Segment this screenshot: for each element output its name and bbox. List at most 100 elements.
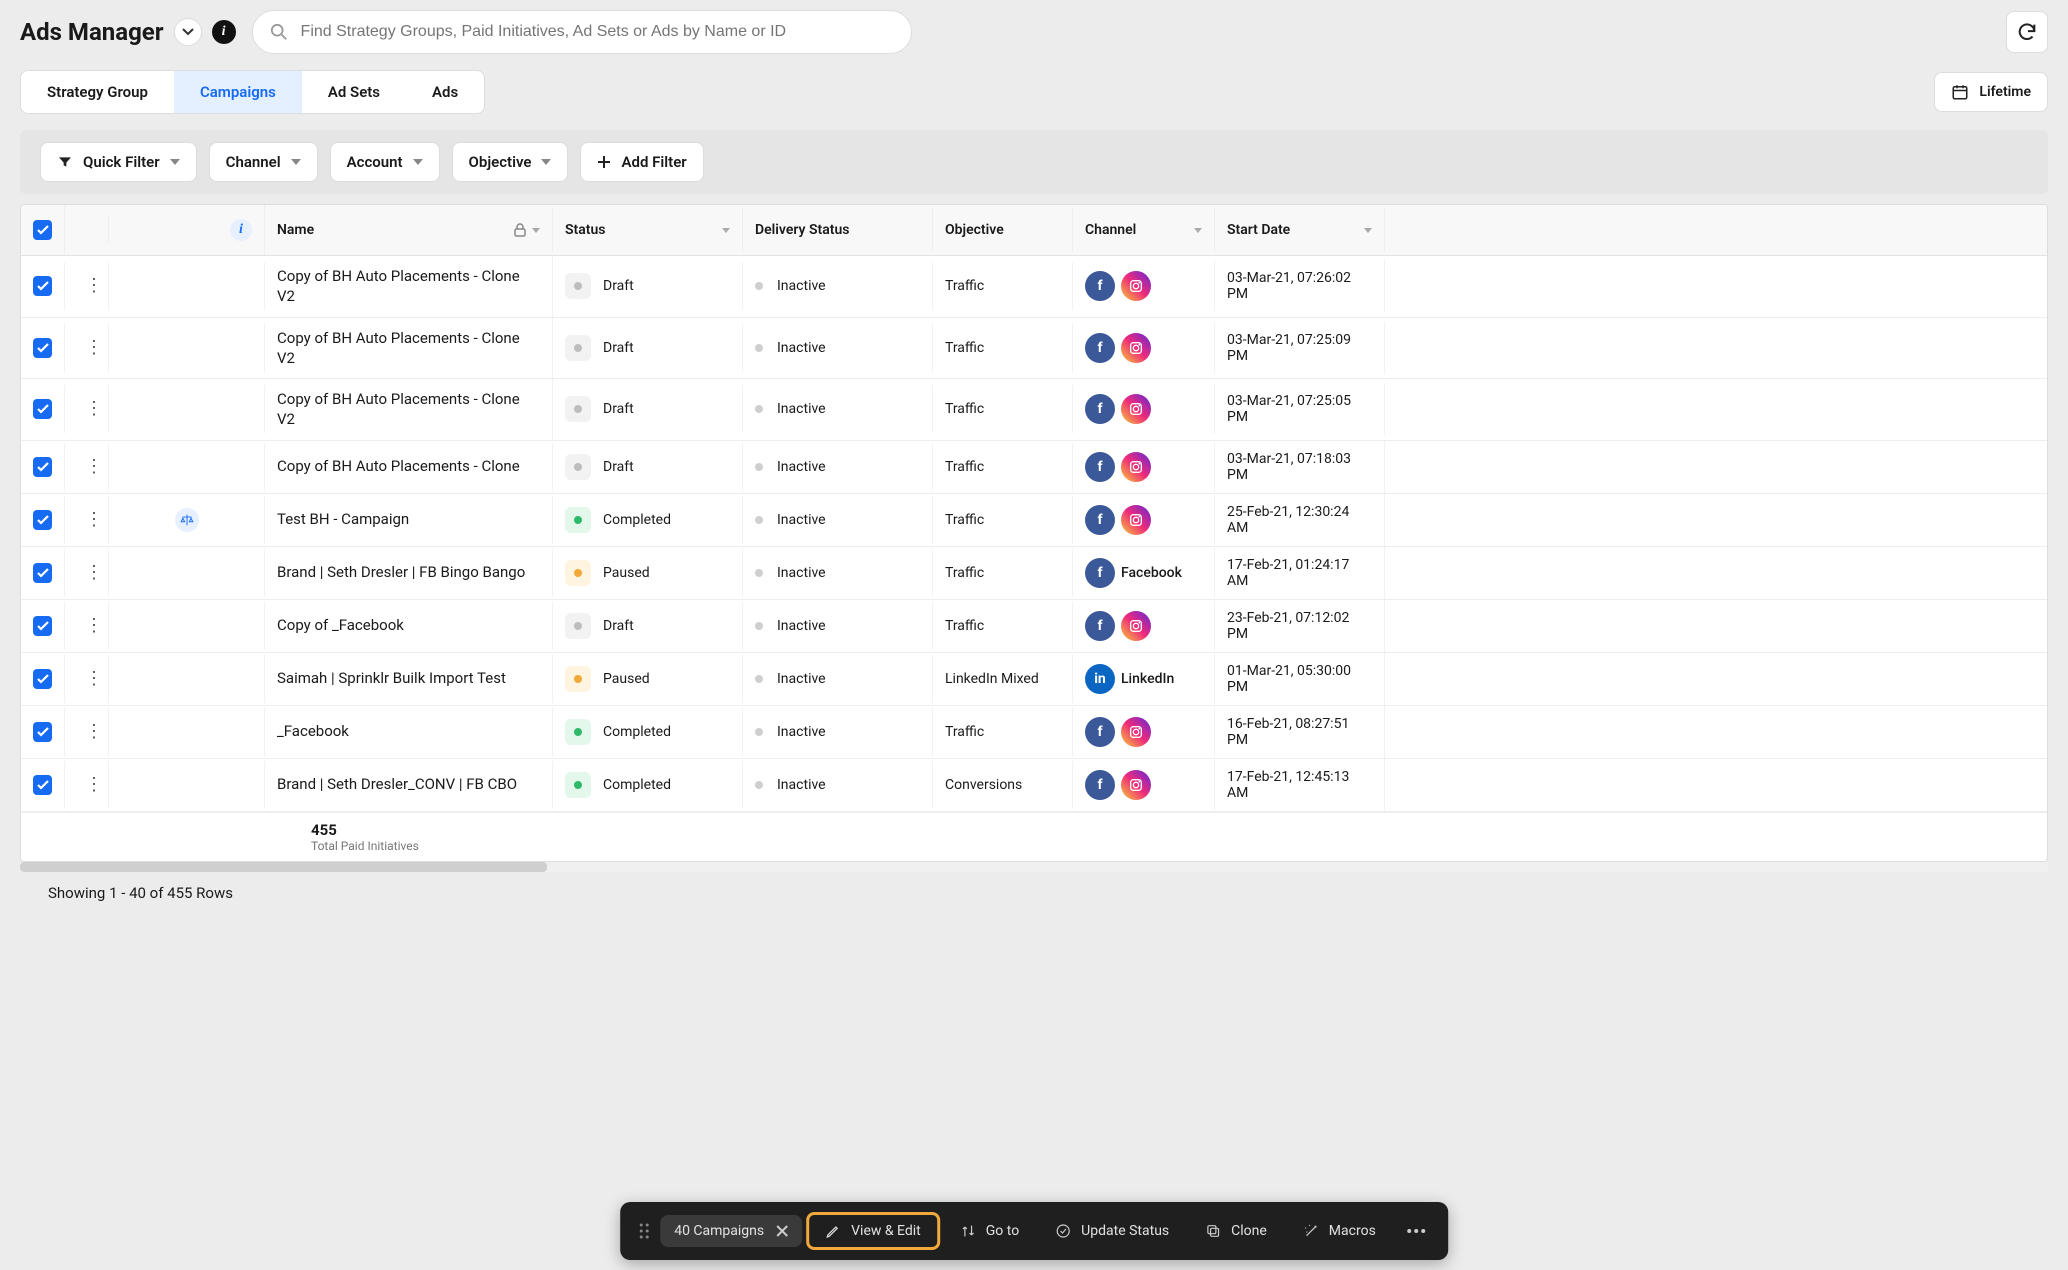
row-menu-button[interactable]: ⋮ bbox=[77, 396, 111, 422]
column-header-name[interactable]: Name bbox=[265, 208, 553, 252]
row-menu-button[interactable]: ⋮ bbox=[77, 507, 111, 533]
objective-text: Traffic bbox=[945, 401, 984, 417]
delivery-dot-icon bbox=[755, 516, 763, 524]
table-row[interactable]: ⋮ Copy of BH Auto Placements - Clone V2 … bbox=[21, 256, 2047, 318]
objective-filter-label: Objective bbox=[469, 153, 532, 171]
update-status-button[interactable]: Update Status bbox=[1039, 1215, 1185, 1247]
objective-filter-button[interactable]: Objective bbox=[452, 142, 569, 182]
column-header-start-date[interactable]: Start Date bbox=[1215, 208, 1385, 252]
caret-down-icon bbox=[170, 159, 180, 165]
search-icon bbox=[270, 23, 288, 41]
campaign-name: Brand | Seth Dresler | FB Bingo Bango bbox=[265, 549, 553, 597]
row-checkbox[interactable] bbox=[33, 276, 52, 296]
table-row[interactable]: ⋮ Copy of _Facebook Draft Inactive Traff… bbox=[21, 600, 2047, 653]
row-menu-button[interactable]: ⋮ bbox=[77, 273, 111, 299]
tab-ad-sets[interactable]: Ad Sets bbox=[302, 71, 406, 113]
column-header-objective[interactable]: Objective bbox=[933, 208, 1073, 252]
date-range-button[interactable]: Lifetime bbox=[1934, 72, 2048, 112]
calendar-icon bbox=[1951, 83, 1969, 101]
status-text: Completed bbox=[603, 777, 671, 793]
row-checkbox[interactable] bbox=[33, 775, 52, 795]
row-menu-button[interactable]: ⋮ bbox=[77, 666, 111, 692]
table-row[interactable]: ⋮ Brand | Seth Dresler | FB Bingo Bango … bbox=[21, 547, 2047, 600]
macros-label: Macros bbox=[1329, 1223, 1376, 1239]
delivery-text: Inactive bbox=[777, 340, 826, 356]
row-menu-button[interactable]: ⋮ bbox=[77, 719, 111, 745]
account-filter-button[interactable]: Account bbox=[330, 142, 440, 182]
instagram-icon bbox=[1121, 271, 1151, 301]
clear-selection-button[interactable] bbox=[776, 1225, 788, 1237]
caret-down-icon bbox=[413, 159, 423, 165]
clone-button[interactable]: Clone bbox=[1189, 1215, 1283, 1247]
refresh-button[interactable] bbox=[2006, 11, 2048, 53]
horizontal-scrollbar[interactable] bbox=[20, 862, 2048, 872]
row-checkbox[interactable] bbox=[33, 399, 52, 419]
start-date-text: 17-Feb-21, 12:45:13 AM bbox=[1227, 769, 1372, 801]
status-text: Draft bbox=[603, 401, 634, 417]
channel-filter-button[interactable]: Channel bbox=[209, 142, 318, 182]
delivery-text: Inactive bbox=[777, 401, 826, 417]
selection-count-pill: 40 Campaigns bbox=[660, 1215, 802, 1247]
sort-icon bbox=[532, 228, 540, 233]
table-header: i Name Status Delivery Status Objective … bbox=[21, 205, 2047, 256]
table-row[interactable]: ⋮ _Facebook Completed Inactive Traffic f… bbox=[21, 706, 2047, 759]
refresh-icon bbox=[2016, 21, 2038, 43]
go-to-button[interactable]: Go to bbox=[944, 1215, 1035, 1247]
objective-text: Traffic bbox=[945, 278, 984, 294]
info-button[interactable]: i bbox=[212, 20, 236, 44]
row-checkbox[interactable] bbox=[33, 510, 52, 530]
search-input[interactable] bbox=[252, 10, 912, 54]
bulk-action-bar: 40 Campaigns View & Edit Go to Update St… bbox=[620, 1202, 1448, 1260]
account-filter-label: Account bbox=[347, 153, 403, 171]
tab-ads[interactable]: Ads bbox=[406, 71, 484, 113]
table-row[interactable]: ⋮ Saimah | Sprinklr Builk Import Test Pa… bbox=[21, 653, 2047, 706]
objective-text: Traffic bbox=[945, 459, 984, 475]
view-edit-button[interactable]: View & Edit bbox=[806, 1212, 940, 1250]
campaign-name: Saimah | Sprinklr Builk Import Test bbox=[265, 655, 553, 703]
delivery-dot-icon bbox=[755, 728, 763, 736]
delivery-text: Inactive bbox=[777, 724, 826, 740]
title-dropdown-button[interactable] bbox=[174, 18, 202, 46]
facebook-icon: f bbox=[1085, 717, 1115, 747]
filter-icon bbox=[57, 154, 73, 170]
table-row[interactable]: ⋮ Copy of BH Auto Placements - Clone V2 … bbox=[21, 318, 2047, 380]
facebook-icon: f bbox=[1085, 558, 1115, 588]
info-icon[interactable]: i bbox=[230, 219, 252, 241]
delivery-text: Inactive bbox=[777, 459, 826, 475]
select-all-checkbox[interactable] bbox=[33, 220, 52, 240]
campaign-name: _Facebook bbox=[265, 708, 553, 756]
table-row[interactable]: ⋮ Copy of BH Auto Placements - Clone Dra… bbox=[21, 441, 2047, 494]
pagination-text: Showing 1 - 40 of 455 Rows bbox=[0, 872, 2068, 918]
tab-strategy-group[interactable]: Strategy Group bbox=[21, 71, 174, 113]
add-filter-button[interactable]: Add Filter bbox=[580, 142, 703, 182]
quick-filter-button[interactable]: Quick Filter bbox=[40, 142, 197, 182]
row-checkbox[interactable] bbox=[33, 338, 52, 358]
row-checkbox[interactable] bbox=[33, 563, 52, 583]
tabs: Strategy Group Campaigns Ad Sets Ads bbox=[20, 70, 485, 114]
row-checkbox[interactable] bbox=[33, 722, 52, 742]
column-header-channel[interactable]: Channel bbox=[1073, 208, 1215, 252]
row-menu-button[interactable]: ⋮ bbox=[77, 772, 111, 798]
delivery-dot-icon bbox=[755, 405, 763, 413]
check-circle-icon bbox=[1055, 1223, 1071, 1239]
start-date-text: 03-Mar-21, 07:26:02 PM bbox=[1227, 270, 1372, 302]
column-header-delivery[interactable]: Delivery Status bbox=[743, 208, 933, 252]
more-actions-button[interactable] bbox=[1396, 1220, 1436, 1242]
row-checkbox[interactable] bbox=[33, 457, 52, 477]
table-row[interactable]: ⋮ Copy of BH Auto Placements - Clone V2 … bbox=[21, 379, 2047, 441]
row-checkbox[interactable] bbox=[33, 669, 52, 689]
tab-campaigns[interactable]: Campaigns bbox=[174, 71, 302, 113]
macros-button[interactable]: Macros bbox=[1287, 1215, 1392, 1247]
scrollbar-thumb[interactable] bbox=[20, 862, 547, 872]
facebook-icon: f bbox=[1085, 505, 1115, 535]
table-row[interactable]: ⋮ Test BH - Campaign Completed Inactive … bbox=[21, 494, 2047, 547]
table-row[interactable]: ⋮ Brand | Seth Dresler_CONV | FB CBO Com… bbox=[21, 759, 2047, 812]
row-menu-button[interactable]: ⋮ bbox=[77, 613, 111, 639]
instagram-icon bbox=[1121, 394, 1151, 424]
drag-handle-icon[interactable] bbox=[632, 1222, 656, 1240]
column-header-status[interactable]: Status bbox=[553, 208, 743, 252]
row-checkbox[interactable] bbox=[33, 616, 52, 636]
row-menu-button[interactable]: ⋮ bbox=[77, 335, 111, 361]
row-menu-button[interactable]: ⋮ bbox=[77, 454, 111, 480]
row-menu-button[interactable]: ⋮ bbox=[77, 560, 111, 586]
